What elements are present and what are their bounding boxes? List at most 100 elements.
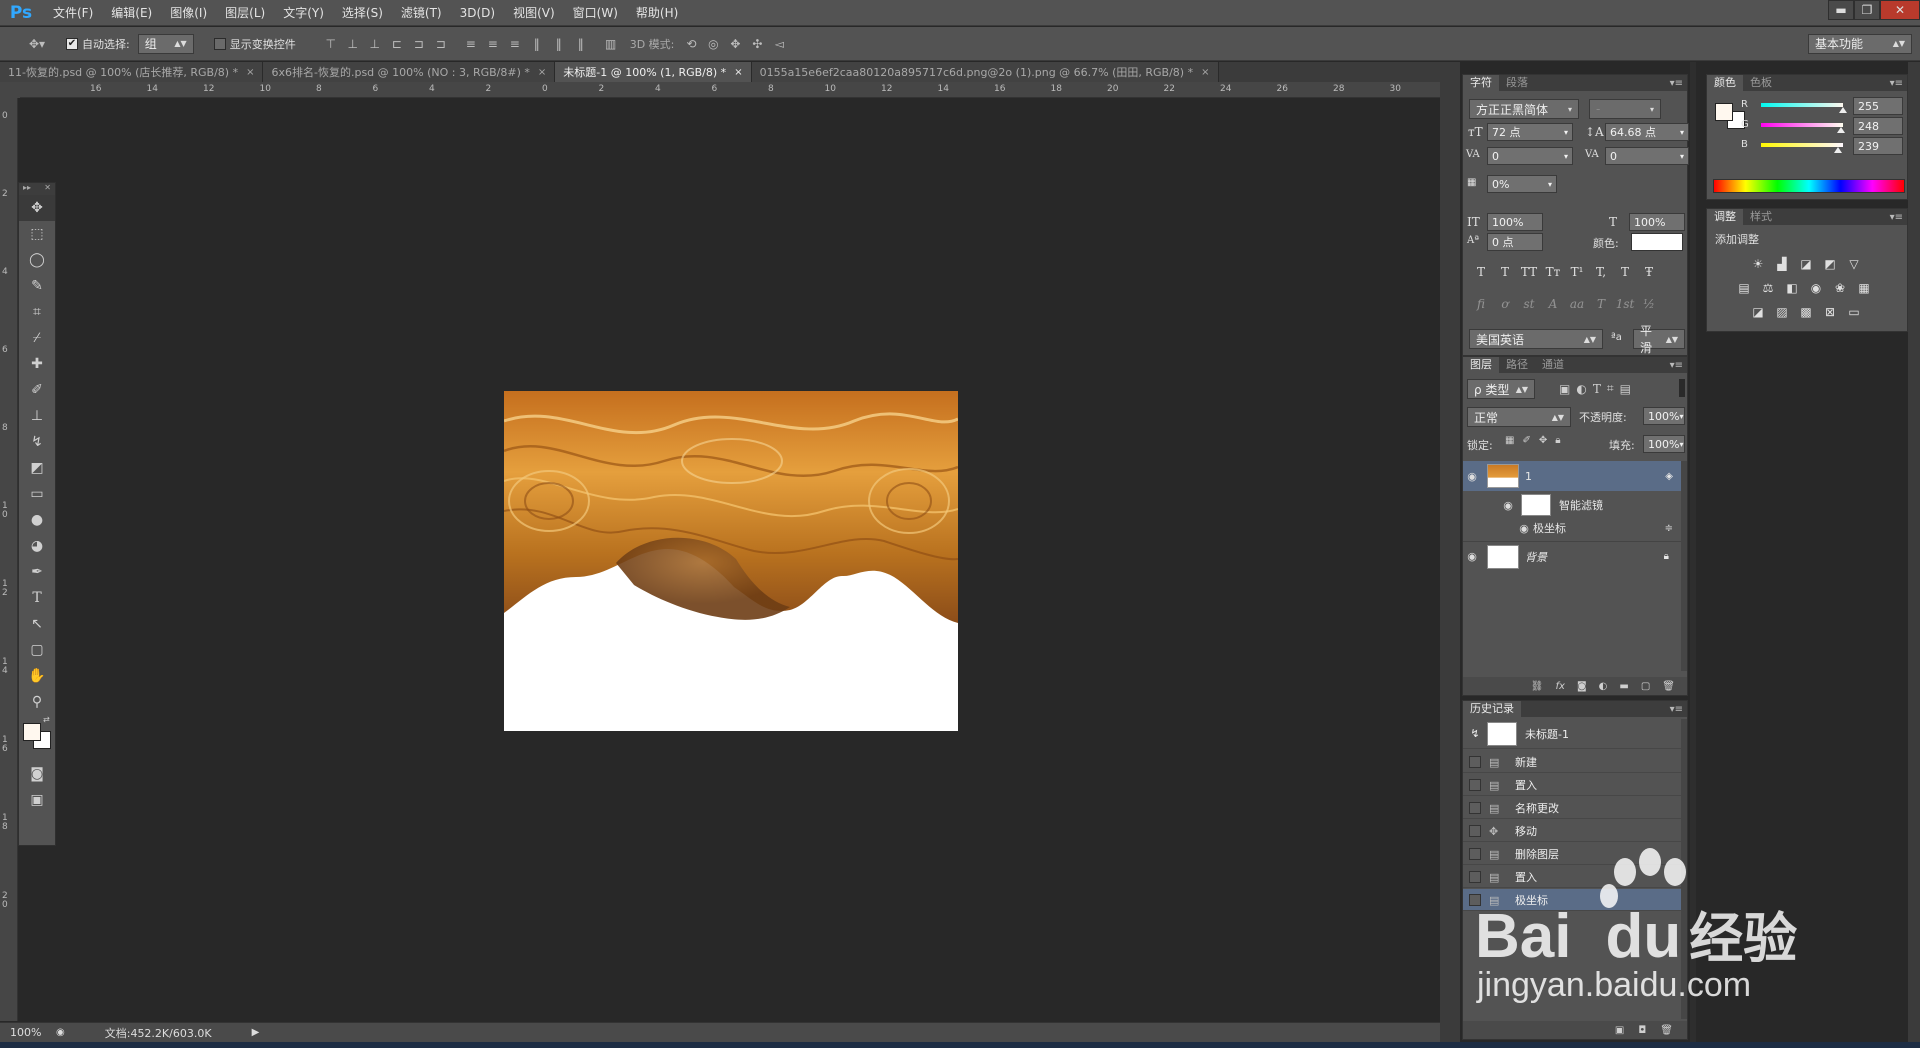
channel-slider-g[interactable] [1761, 123, 1843, 127]
document-tab-2[interactable]: 未标题-1 @ 100% (1, RGB/8) * × [555, 62, 752, 82]
align-right-icon[interactable]: ⊐ [430, 33, 452, 55]
opentype-button-1[interactable]: ơ [1495, 297, 1515, 311]
filter-toggle[interactable] [1679, 379, 1685, 397]
slider-handle-icon[interactable] [1839, 107, 1847, 113]
swap-colors-icon[interactable]: ⇄ [43, 715, 50, 724]
opacity-field[interactable]: 100% ▾ [1643, 407, 1685, 425]
fx-icon[interactable]: fx [1556, 681, 1565, 692]
language-dropdown[interactable]: 美国英语 ▲▼ [1469, 329, 1603, 349]
baseline-shift-field[interactable]: 0 点 [1487, 233, 1543, 251]
channel-mixer-icon[interactable]: ❀ [1829, 279, 1851, 297]
menu-item-5[interactable]: 选择(S) [333, 0, 392, 26]
history-snapshot[interactable]: ↯ 未标题-1 [1463, 719, 1687, 749]
distribute-top-icon[interactable]: ≡ [460, 33, 482, 55]
slider-handle-icon[interactable] [1834, 147, 1843, 153]
auto-select-dropdown[interactable]: 组 ▲▼ [137, 33, 194, 54]
type-style-button-4[interactable]: T¹ [1567, 265, 1587, 279]
font-size-field[interactable]: 72 点 ▾ [1487, 123, 1573, 141]
history-checkbox[interactable] [1469, 801, 1481, 814]
foreground-color-swatch[interactable] [23, 723, 41, 741]
zoom-tool[interactable]: ⚲ [19, 689, 55, 715]
layer-row-background[interactable]: ◉ 背景 🔒︎ [1463, 541, 1683, 571]
black-white-icon[interactable]: ◧ [1781, 279, 1803, 297]
3d-slide-icon[interactable]: ✣ [746, 33, 768, 55]
hand-tool[interactable]: ✋ [19, 663, 55, 689]
distribute-vcenter-icon[interactable]: ≡ [482, 33, 504, 55]
type-style-button-5[interactable]: T, [1591, 265, 1611, 279]
screen-mode-icon[interactable]: ▣ [19, 787, 55, 813]
type-style-button-0[interactable]: T [1471, 265, 1491, 279]
horizontal-ruler[interactable]: 1614121086420246810121416182022242628303… [20, 82, 1457, 98]
channel-value-g[interactable]: 248 [1853, 117, 1903, 135]
close-tab-icon[interactable]: × [246, 67, 254, 78]
visibility-eye-icon[interactable]: ◉ [1515, 522, 1533, 535]
adjustment-layer-icon[interactable]: ◐ [1599, 681, 1608, 692]
align-vcenter-icon[interactable]: ⊥ [342, 33, 364, 55]
antialias-dropdown[interactable]: 平滑 ▲▼ [1633, 324, 1685, 355]
align-hcenter-icon[interactable]: ⊐ [408, 33, 430, 55]
panel-menu-icon[interactable]: ▾≡ [1890, 212, 1907, 223]
lasso-tool[interactable]: ◯ [19, 247, 55, 273]
show-transform-checkbox[interactable] [213, 37, 226, 50]
close-icon[interactable]: ✕ [44, 183, 51, 195]
history-item[interactable]: ▤ 新建 [1463, 751, 1687, 773]
minimize-button[interactable]: ▬ [1828, 0, 1854, 20]
filter-pixel-icon[interactable]: ▣ [1559, 381, 1570, 396]
move-tool-preset-icon[interactable]: ✥▾ [20, 33, 54, 55]
clone-stamp-tool[interactable]: ⊥ [19, 403, 55, 429]
kerning-field[interactable]: 0 ▾ [1487, 147, 1573, 165]
lock-all-icon[interactable]: 🔒︎ [1555, 435, 1560, 446]
document-tab-0[interactable]: 11-恢复的.psd @ 100% (店长推荐, RGB/8) * × [0, 62, 264, 82]
menu-item-9[interactable]: 窗口(W) [564, 0, 627, 26]
document-tab-3[interactable]: 0155a15e6ef2caa80120a895717c6d.png@2o (1… [751, 62, 1219, 82]
filter-adjustment-icon[interactable]: ◐ [1576, 381, 1586, 396]
tab-layers[interactable]: 图层 [1463, 357, 1499, 373]
tab-channels[interactable]: 通道 [1535, 357, 1571, 373]
channel-slider-r[interactable] [1761, 103, 1843, 107]
distribute-hcenter-icon[interactable]: ‖ [548, 33, 570, 55]
close-tab-icon[interactable]: × [1201, 67, 1209, 78]
status-menu-arrow-icon[interactable]: ▶ [252, 1027, 260, 1038]
panel-menu-icon[interactable]: ▾≡ [1890, 78, 1907, 89]
healing-brush-tool[interactable]: ✚ [19, 351, 55, 377]
collapse-icon[interactable]: ▸▸ [23, 183, 31, 195]
panel-menu-icon[interactable]: ▾≡ [1670, 704, 1687, 715]
color-balance-icon[interactable]: ⚖ [1757, 279, 1779, 297]
history-checkbox[interactable] [1469, 755, 1481, 768]
auto-select-checkbox[interactable]: ✔ [66, 37, 78, 50]
history-checkbox[interactable] [1469, 824, 1481, 837]
type-style-button-3[interactable]: Tт [1543, 265, 1563, 279]
visibility-eye-icon[interactable]: ◉ [1463, 550, 1481, 563]
type-style-button-2[interactable]: TT [1519, 265, 1539, 279]
eraser-tool[interactable]: ◩ [19, 455, 55, 481]
vertical-ruler[interactable]: 0 2 4 6 8 1 0 1 2 1 4 1 6 1 8 2 0 [0, 98, 18, 1021]
3d-rotate-icon[interactable]: ⟲ [680, 33, 702, 55]
new-layer-icon[interactable]: ▢ [1641, 681, 1650, 692]
panel-menu-icon[interactable]: ▾≡ [1670, 78, 1687, 89]
tab-character[interactable]: 字符 [1463, 75, 1499, 91]
distribute-right-icon[interactable]: ‖ [570, 33, 592, 55]
visibility-eye-icon[interactable]: ◉ [1463, 470, 1481, 483]
tab-adjustments[interactable]: 调整 [1707, 209, 1743, 225]
type-style-button-1[interactable]: T [1495, 265, 1515, 279]
restore-button[interactable]: ❐ [1854, 0, 1880, 20]
menu-item-2[interactable]: 图像(I) [161, 0, 216, 26]
opentype-button-4[interactable]: aa [1567, 297, 1587, 311]
new-group-icon[interactable]: ▬ [1619, 681, 1628, 692]
history-checkbox[interactable] [1469, 778, 1481, 791]
quick-mask-icon[interactable]: ◙ [19, 761, 55, 787]
document-canvas[interactable] [504, 391, 958, 731]
photo-filter-icon[interactable]: ◉ [1805, 279, 1827, 297]
pen-tool[interactable]: ✒ [19, 559, 55, 585]
history-item[interactable]: ▤ 名称更改 [1463, 797, 1687, 819]
channel-value-r[interactable]: 255 [1853, 97, 1903, 115]
tab-paths[interactable]: 路径 [1499, 357, 1535, 373]
levels-icon[interactable]: ▟ [1771, 255, 1793, 273]
align-top-icon[interactable]: ⊤ [320, 33, 342, 55]
menu-item-7[interactable]: 3D(D) [451, 0, 504, 26]
curves-icon[interactable]: ◪ [1795, 255, 1817, 273]
layers-scrollbar[interactable] [1681, 461, 1687, 671]
shape-tool[interactable]: ▢ [19, 637, 55, 663]
vibrance-icon[interactable]: ▽ [1843, 255, 1865, 273]
opentype-button-5[interactable]: T [1591, 297, 1611, 311]
